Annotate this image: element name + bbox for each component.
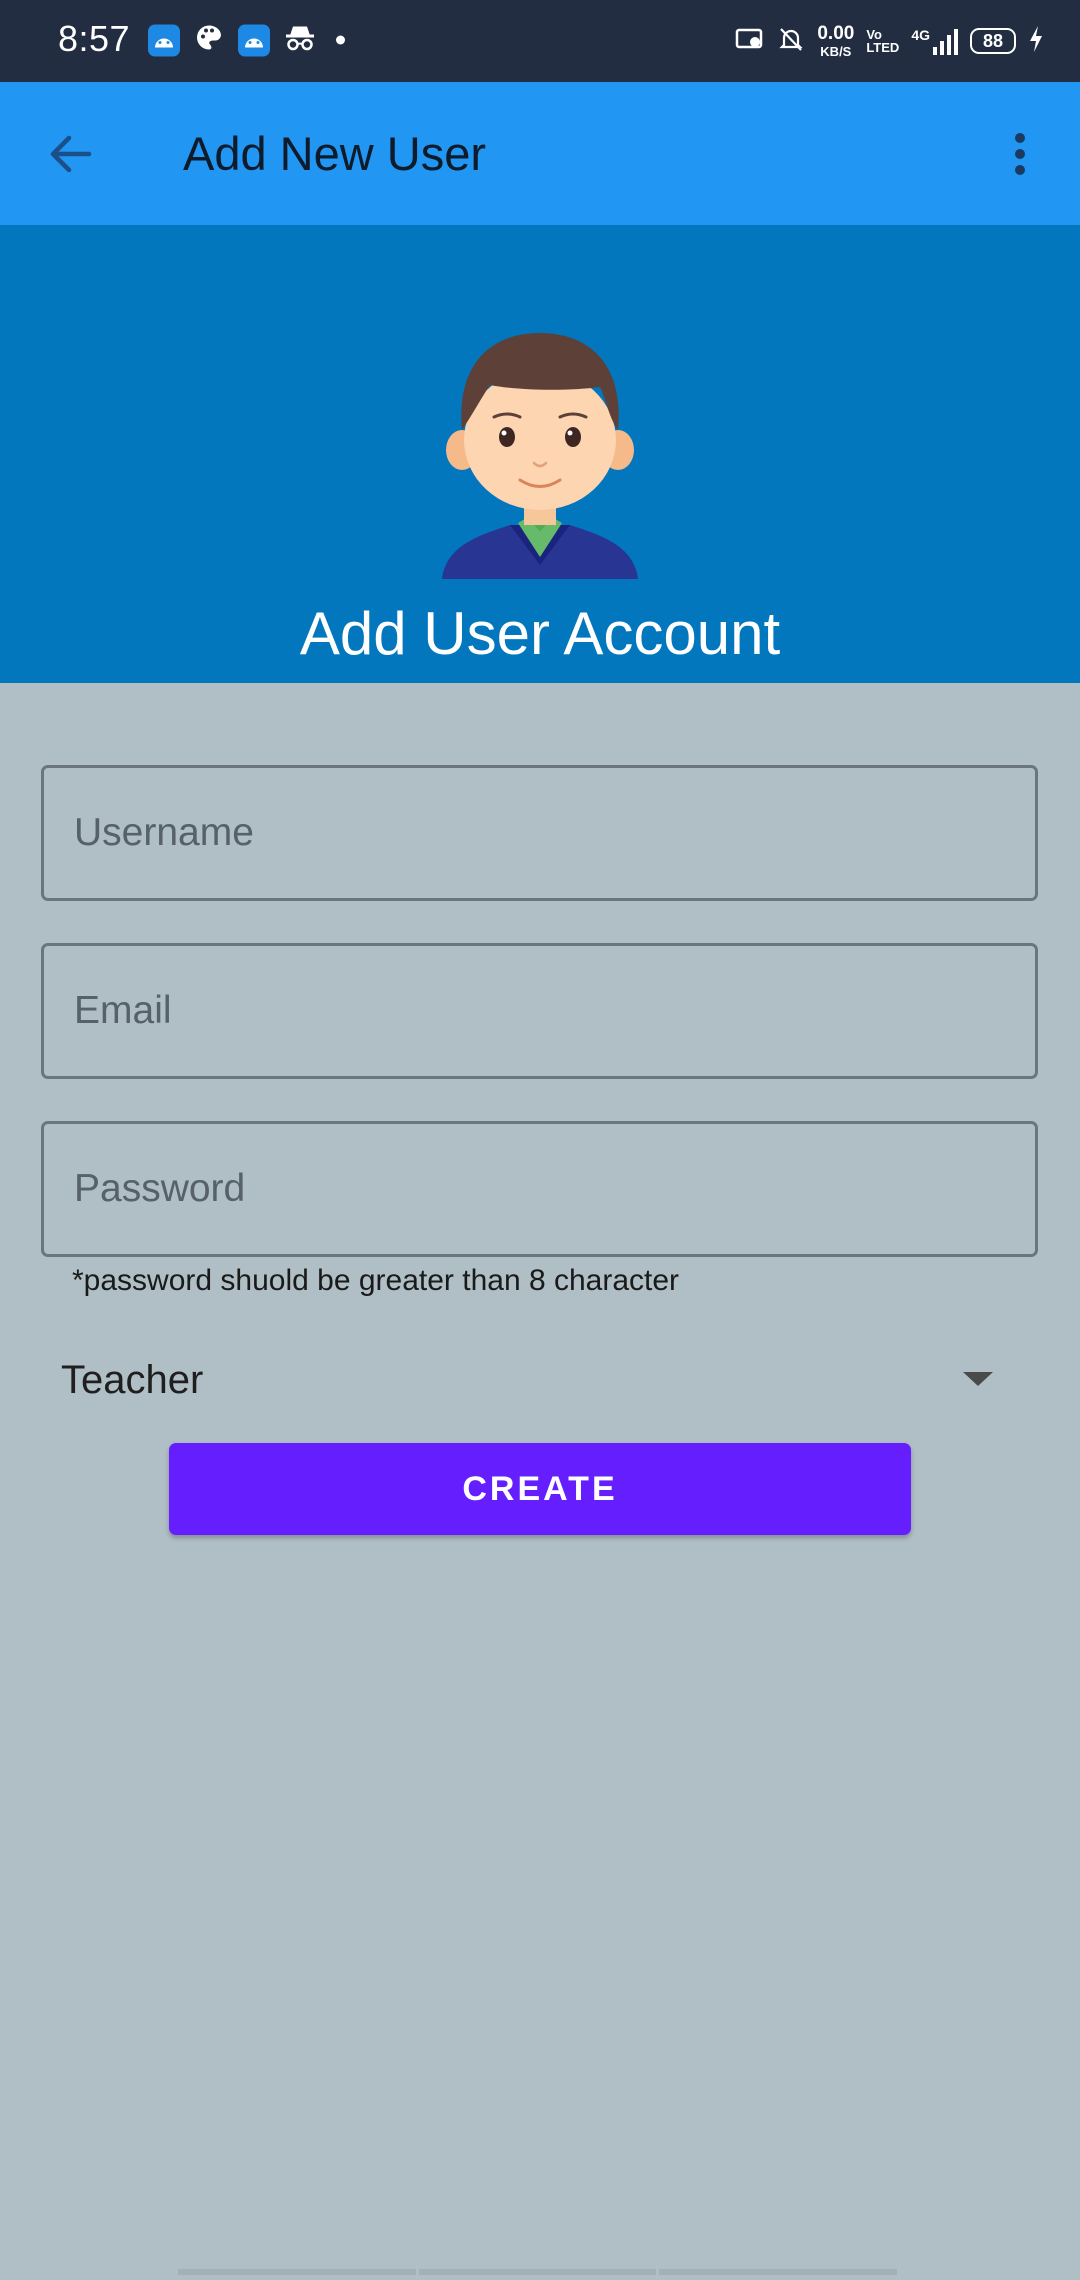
overflow-menu-button[interactable] [990, 124, 1050, 184]
charging-icon [1028, 25, 1044, 58]
create-button[interactable]: CREATE [169, 1443, 911, 1535]
username-input[interactable] [44, 768, 1035, 898]
status-bar: 8:57 0.00 KB/S Vo LTED 4G 88 [0, 0, 1080, 82]
email-field[interactable] [41, 943, 1038, 1079]
app-bar: Add New User [0, 82, 1080, 225]
arrow-back-icon [50, 135, 92, 173]
more-vert-icon [1015, 133, 1025, 175]
nav-handle-segment [659, 2269, 898, 2275]
role-selected-value: Teacher [61, 1358, 204, 1402]
net-speed-value: 0.00 [817, 23, 855, 44]
back-button[interactable] [40, 124, 100, 184]
notification-icons [148, 23, 345, 58]
network-type: 4G [911, 27, 930, 43]
username-field[interactable] [41, 765, 1038, 901]
nav-handle-segment [418, 2269, 657, 2275]
status-time: 8:57 [58, 18, 131, 59]
banner-title: Add User Account [299, 600, 781, 667]
user-avatar-icon [442, 333, 638, 579]
system-icons: 0.00 KB/S Vo LTED 4G 88 [735, 24, 1044, 58]
palette-icon [194, 23, 224, 58]
volte-indicator: Vo LTED [866, 28, 899, 54]
nav-handle-segment [178, 2269, 416, 2275]
password-input[interactable] [44, 1124, 1035, 1254]
bell-muted-icon [777, 25, 805, 58]
net-speed-unit: KB/S [820, 44, 852, 59]
battery-level: 88 [982, 30, 1004, 51]
android-app-icon [148, 24, 180, 56]
signal-icon: 4G [911, 27, 958, 55]
incognito-icon [284, 24, 316, 57]
role-dropdown[interactable]: Teacher [41, 1340, 1038, 1420]
android-app-icon [238, 24, 270, 56]
network-speed: 0.00 KB/S [817, 24, 854, 58]
email-input[interactable] [44, 946, 1035, 1076]
cast-icon [735, 27, 765, 56]
password-field[interactable] [41, 1121, 1038, 1257]
page-title: Add New User [183, 127, 486, 180]
header-banner: Add User Account [0, 225, 1080, 683]
navigation-handle[interactable] [178, 2269, 900, 2275]
password-hint: *password shuold be greater than 8 chara… [72, 1264, 680, 1297]
volte-line2: LTED [866, 40, 900, 55]
dot-icon [336, 35, 345, 45]
battery-icon: 88 [970, 28, 1016, 54]
dropdown-arrow-icon[interactable] [961, 1370, 995, 1388]
